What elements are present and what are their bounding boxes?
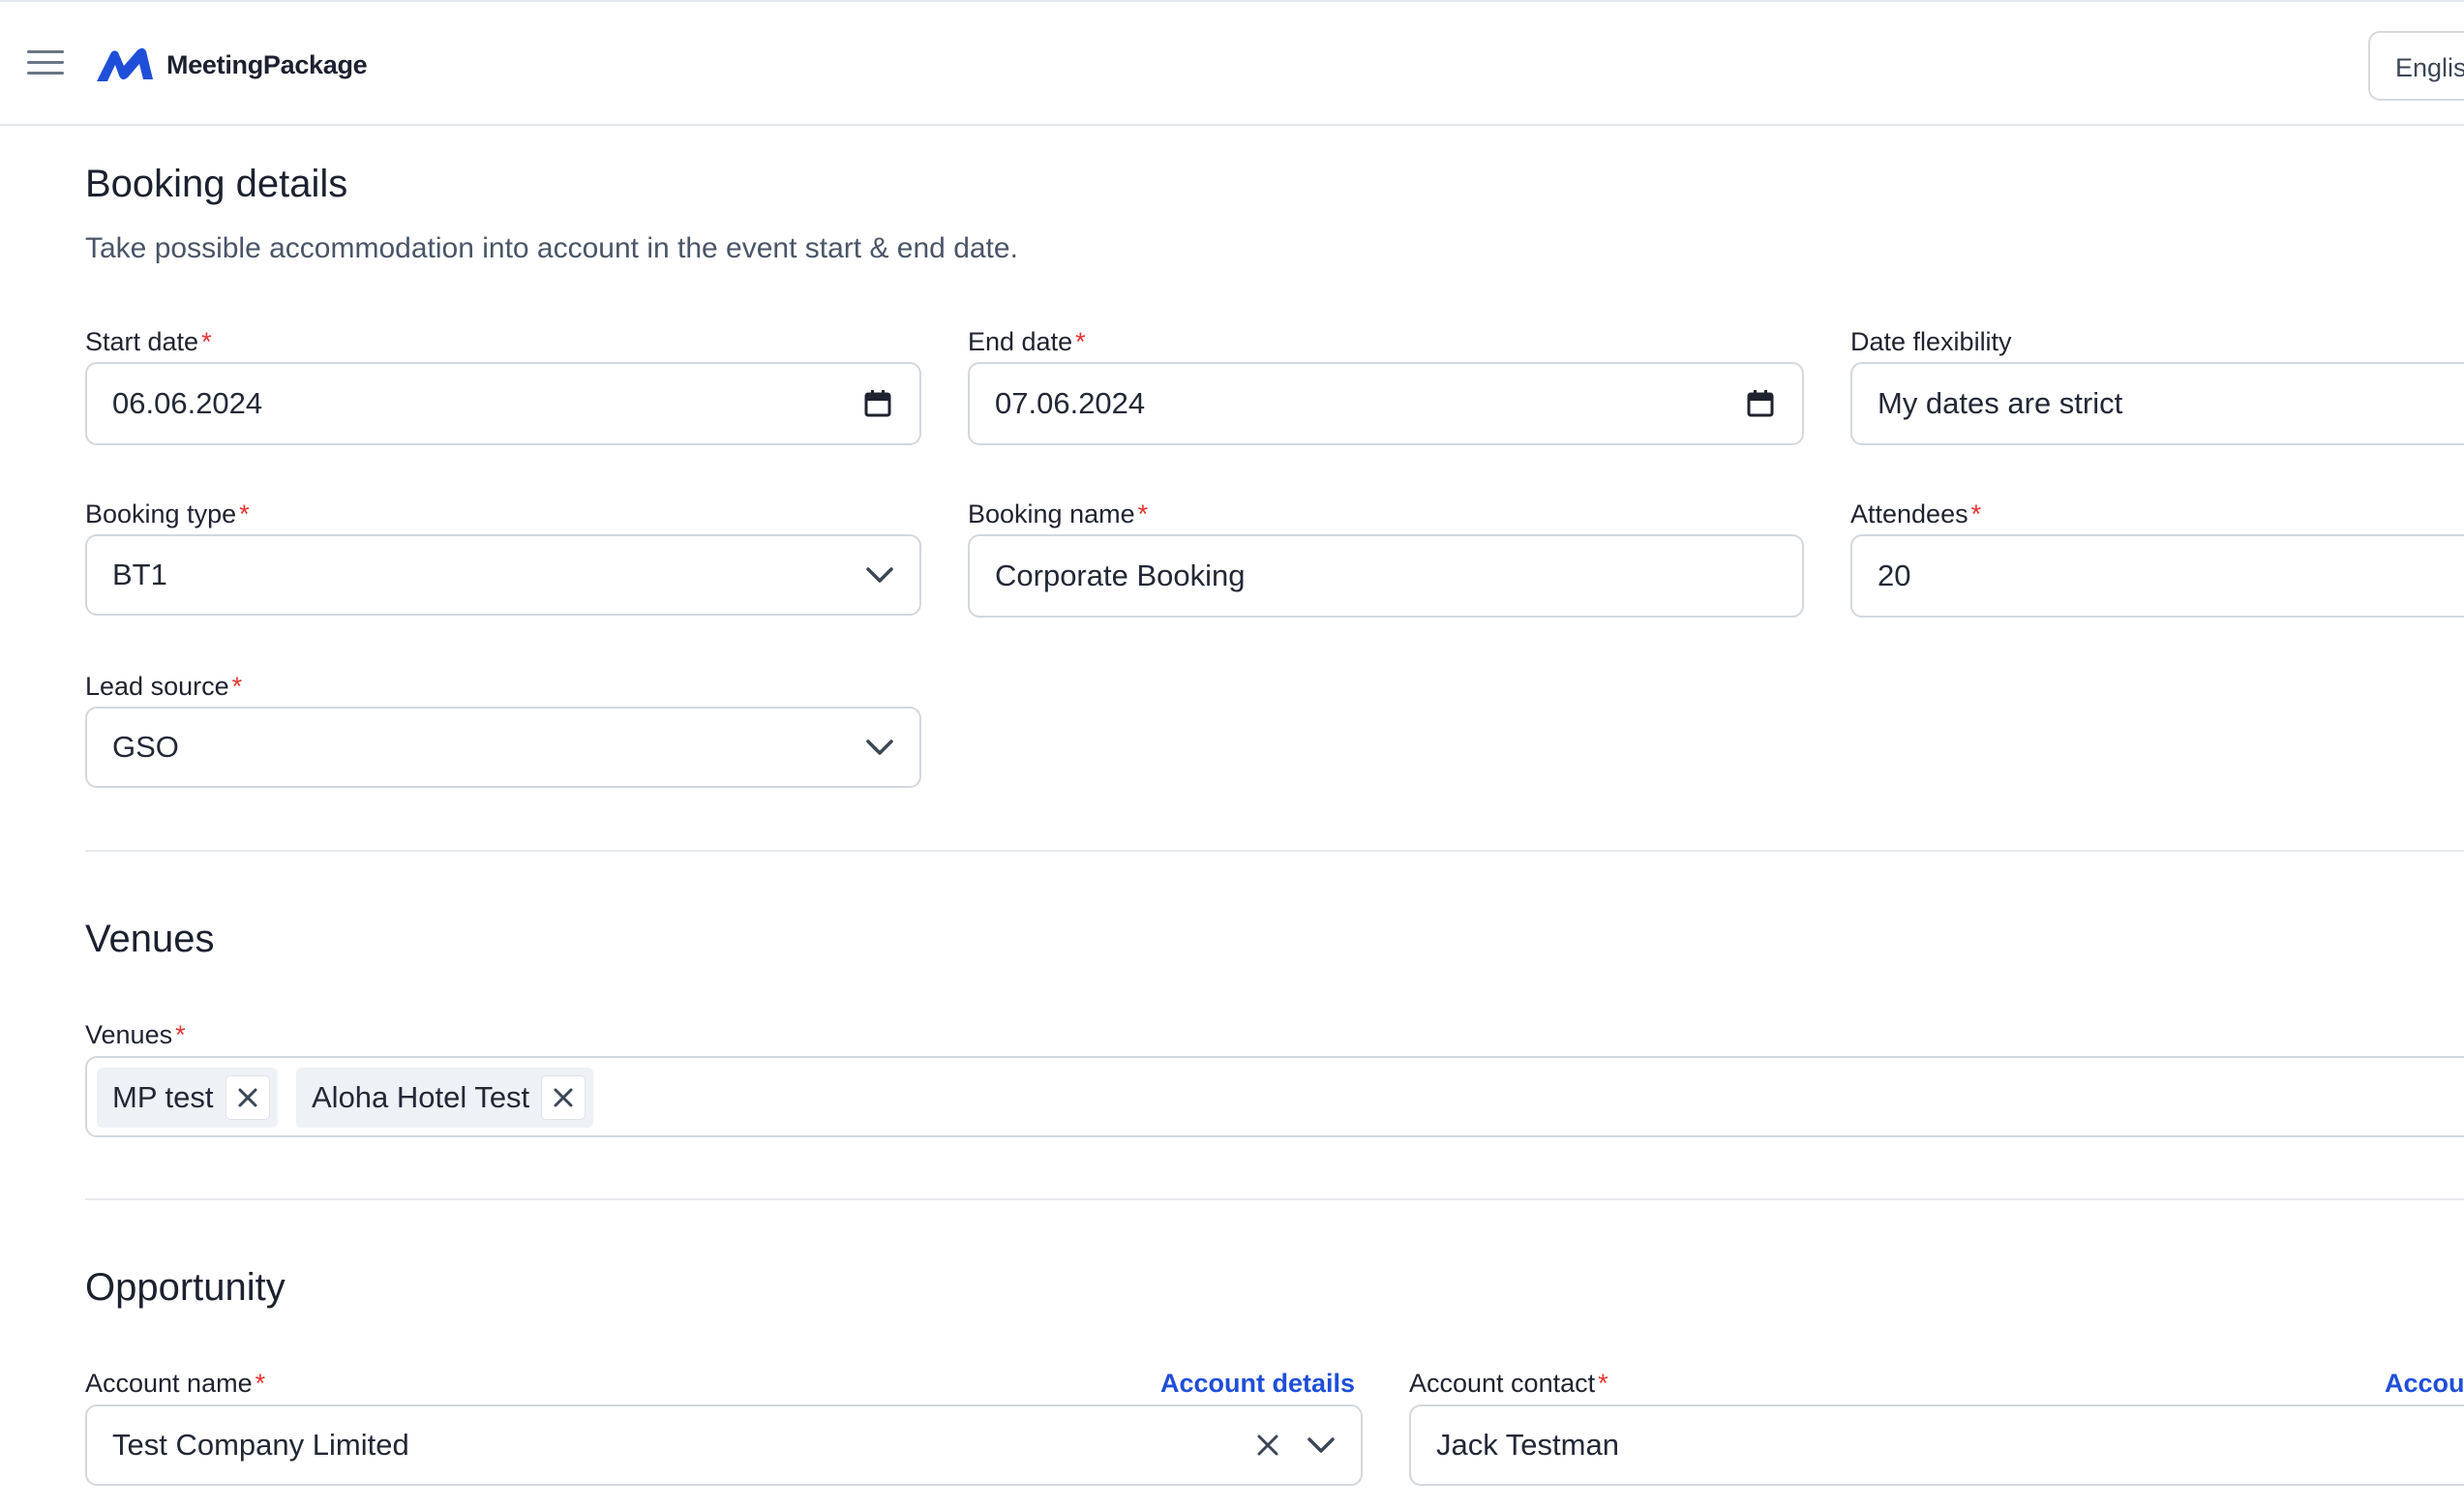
venue-chip: Aloha Hotel Test bbox=[296, 1068, 594, 1128]
close-icon bbox=[554, 1088, 573, 1107]
account-name-label: Account name * bbox=[85, 1369, 266, 1398]
required-mark: * bbox=[175, 1020, 186, 1049]
remove-venue-button[interactable] bbox=[225, 1075, 270, 1120]
required-mark: * bbox=[1137, 499, 1149, 528]
attendees-input[interactable]: 20 bbox=[1850, 534, 2464, 618]
required-mark: * bbox=[1970, 499, 1982, 528]
chevron-down-icon[interactable] bbox=[865, 565, 894, 585]
booking-name-label: Booking name * bbox=[968, 499, 1149, 528]
required-mark: * bbox=[1075, 327, 1086, 356]
calendar-icon[interactable] bbox=[863, 389, 892, 418]
section-divider bbox=[85, 850, 2464, 852]
start-date-label: Start date * bbox=[85, 327, 212, 356]
booking-details-title: Booking details bbox=[85, 163, 348, 205]
booking-details-subtitle: Take possible accommodation into account… bbox=[85, 232, 1018, 264]
account-contact-select[interactable]: Jack Testman bbox=[1409, 1404, 2464, 1486]
attendees-label: Attendees * bbox=[1850, 499, 1982, 528]
date-flexibility-label: Date flexibility bbox=[1850, 327, 2012, 356]
brand-name: MeetingPackage bbox=[166, 49, 368, 79]
start-date-input[interactable]: 06.06.2024 bbox=[85, 362, 921, 445]
chevron-down-icon[interactable] bbox=[865, 738, 894, 757]
booking-name-input[interactable]: Corporate Booking bbox=[968, 534, 1804, 618]
meetingpackage-logo-icon bbox=[97, 47, 153, 81]
language-selector[interactable]: English bbox=[2368, 31, 2464, 101]
required-mark: * bbox=[231, 672, 243, 701]
end-date-label: End date * bbox=[968, 327, 1086, 356]
required-mark: * bbox=[1598, 1369, 1608, 1398]
account-details-link[interactable]: Account details bbox=[1160, 1369, 1355, 1399]
venues-title: Venues bbox=[85, 918, 215, 960]
lead-source-select[interactable]: GSO bbox=[85, 707, 921, 788]
top-bar: MeetingPackage English bbox=[0, 0, 2464, 126]
account-name-select[interactable]: Test Company Limited bbox=[85, 1404, 1363, 1486]
required-mark: * bbox=[255, 1369, 266, 1398]
section-divider bbox=[85, 1198, 2464, 1200]
date-flexibility-select[interactable]: My dates are strict bbox=[1850, 362, 2464, 445]
venues-multiselect[interactable]: MP test Aloha Hotel Test bbox=[85, 1056, 2464, 1137]
close-icon bbox=[238, 1088, 257, 1107]
end-date-input[interactable]: 07.06.2024 bbox=[968, 362, 1804, 445]
opportunity-title: Opportunity bbox=[85, 1266, 285, 1309]
menu-icon[interactable] bbox=[27, 50, 64, 79]
clear-icon[interactable] bbox=[1256, 1434, 1279, 1457]
brand-logo[interactable]: MeetingPackage bbox=[95, 45, 368, 85]
booking-type-select[interactable]: BT1 bbox=[85, 534, 921, 616]
required-mark: * bbox=[201, 327, 212, 356]
lead-source-label: Lead source * bbox=[85, 672, 243, 701]
calendar-icon[interactable] bbox=[1746, 389, 1775, 418]
booking-type-label: Booking type * bbox=[85, 499, 250, 528]
remove-venue-button[interactable] bbox=[541, 1075, 586, 1120]
venue-chip: MP test bbox=[97, 1068, 278, 1128]
account-contact-details-link[interactable]: Account details bbox=[2385, 1369, 2464, 1399]
required-mark: * bbox=[239, 499, 250, 528]
venues-label: Venues * bbox=[85, 1020, 186, 1049]
account-contact-label: Account contact * bbox=[1409, 1369, 1608, 1398]
chevron-down-icon[interactable] bbox=[1307, 1435, 1336, 1455]
